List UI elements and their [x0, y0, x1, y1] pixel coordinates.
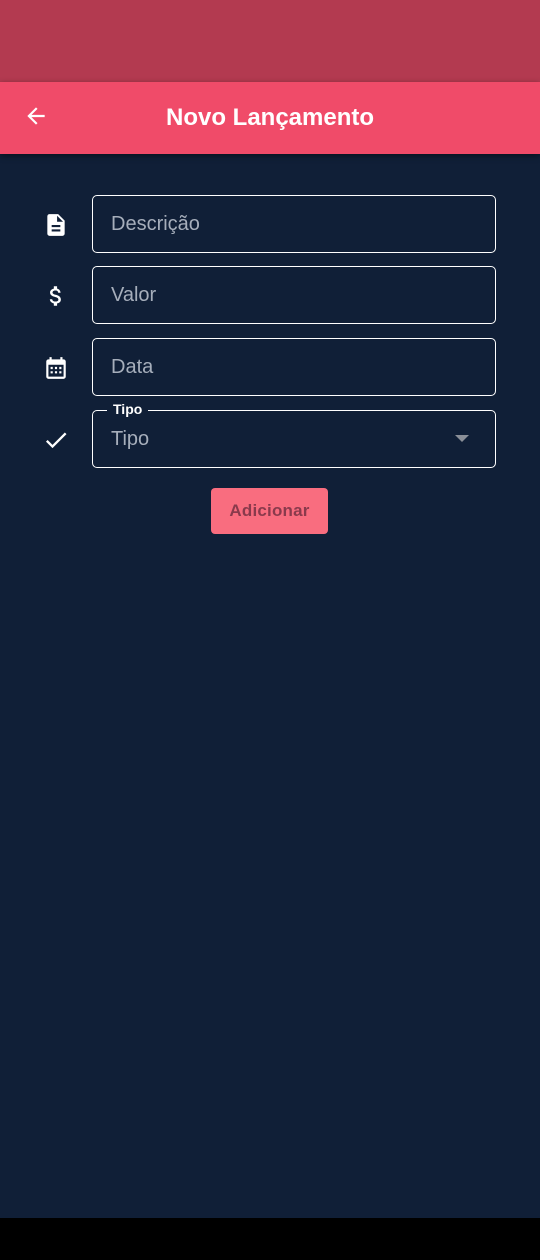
check-icon — [32, 416, 80, 464]
valor-input[interactable] — [111, 267, 471, 323]
app-bar: Novo Lançamento — [0, 82, 540, 154]
dollar-icon — [32, 272, 80, 320]
back-button[interactable] — [12, 94, 60, 142]
valor-row — [0, 266, 540, 326]
status-bar — [0, 0, 540, 82]
data-field[interactable] — [92, 338, 496, 396]
descricao-row — [0, 195, 540, 255]
tipo-row: Tipo Tipo — [0, 400, 540, 470]
data-row — [0, 338, 540, 398]
add-button[interactable]: Adicionar — [211, 488, 328, 534]
calendar-icon — [32, 344, 80, 392]
dropdown-caret-icon — [455, 435, 469, 442]
document-icon — [32, 201, 80, 249]
tipo-dropdown[interactable]: Tipo Tipo — [92, 400, 496, 468]
data-input[interactable] — [111, 339, 471, 395]
page-title: Novo Lançamento — [165, 104, 375, 131]
screen: Novo Lançamento Descrição Valor Data Tip… — [0, 0, 540, 1260]
arrow-back-icon — [23, 103, 49, 134]
system-nav-bar — [0, 1218, 540, 1260]
valor-field[interactable] — [92, 266, 496, 324]
descricao-field[interactable] — [92, 195, 496, 253]
descricao-input[interactable] — [111, 196, 471, 252]
tipo-selected-value: Tipo — [111, 428, 150, 450]
